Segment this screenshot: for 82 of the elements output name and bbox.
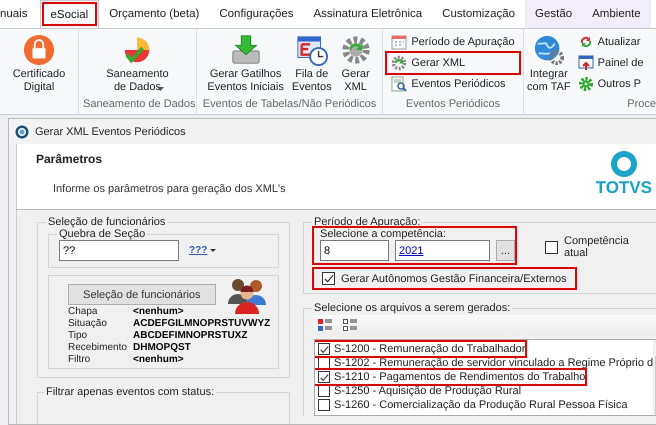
check-icon [319, 344, 329, 354]
check-icon [323, 273, 334, 284]
caret-icon [210, 249, 216, 252]
select-button[interactable]: Seleção de funcionários [68, 284, 216, 305]
ribbon-tab[interactable]: Gestão [525, 0, 582, 28]
section-description: Informe os parâmetros para geração dos XML's [53, 183, 286, 195]
info-value: ABCDEFIMNOPRSTUXZ [133, 330, 248, 342]
section-title: Parâmetros [36, 152, 102, 166]
info-label: Filtro [68, 354, 92, 366]
info-label: Recebimento [68, 342, 128, 354]
ribbon-group-label: Eventos Periódicos [406, 98, 500, 110]
logo-text: TOTVS [596, 178, 652, 198]
logo-icon [610, 150, 638, 178]
info-value: <nenhum> [133, 306, 185, 318]
gear-icon [578, 76, 594, 92]
checkbox[interactable] [318, 371, 330, 383]
gear-icon [391, 55, 408, 71]
ribbon-tab[interactable]: eSocial [40, 0, 100, 28]
list-item-label[interactable]: S-1210 - Pagamentos de Rendimentos do Trabalho [334, 371, 586, 383]
checkbox-label[interactable]: Competência atual [564, 235, 651, 259]
list-item-label[interactable]: S-1260 - Comercialização da Produção Rural Pessoa Física [334, 399, 628, 411]
checkbox[interactable] [318, 399, 330, 411]
globe-gear-icon [532, 34, 565, 66]
ribbon-button[interactable]: Gerar XML [336, 32, 375, 96]
info-value: <nenhum> [133, 354, 185, 366]
picker-button[interactable]: ??? [187, 243, 218, 258]
info-value: DHMOPQST [133, 342, 192, 354]
gear-icon [340, 34, 372, 66]
list-item-label[interactable]: S-1202 - Remuneração de servidor vinculado a Regime Próprio d [334, 357, 654, 369]
checkbox[interactable] [545, 240, 558, 254]
checkbox[interactable] [318, 385, 330, 397]
checkbox-label[interactable]: Gerar Autônomos Gestão Financeira/Externos [341, 272, 567, 284]
list-item-label[interactable]: S-1200 - Remuneração do Trabalhador [334, 343, 526, 355]
group-title: Selecione a competência: [319, 228, 447, 240]
drive-download-icon [230, 34, 262, 66]
ribbon-tab[interactable]: Ambiente [582, 0, 651, 28]
ribbon-button[interactable]: Painel de [574, 53, 648, 73]
select-all-button[interactable] [318, 319, 333, 331]
info-label: Chapa [68, 306, 98, 318]
year-field[interactable]: 2021 [395, 240, 490, 261]
list-row[interactable]: S-1250 - Aquisição de Produção Rural [315, 384, 522, 398]
document-search-icon [391, 76, 408, 92]
group-title: Período de Apuração: [313, 216, 422, 228]
browse-button[interactable]: ... [496, 240, 515, 261]
clock-window-icon [296, 34, 328, 66]
list-row[interactable]: S-1202 - Remuneração de servidor vinculado a Regime Próprio d [315, 356, 654, 370]
lock-icon [22, 34, 55, 66]
ribbon-button[interactable]: Período de Apuração [387, 32, 519, 52]
ribbon-button[interactable]: Eventos Periódicos [387, 74, 519, 94]
ribbon-button[interactable]: Gerar XML [387, 53, 519, 73]
clear-all-button[interactable] [343, 319, 358, 331]
list-row[interactable]: S-1260 - Comercialização da Produção Rural Pessoa Física [315, 398, 628, 412]
group-title: Filtrar apenas eventos com status: [45, 386, 216, 398]
app-logo-icon [15, 124, 29, 138]
group-title: Quebra de Seção [58, 228, 146, 240]
list-row[interactable]: S-1200 - Remuneração do Trabalhador [315, 342, 526, 356]
ribbon-button[interactable]: Integrar com TAF [524, 32, 574, 96]
input-field[interactable]: ?? [59, 240, 179, 261]
group-title: Seleção de funcionários [47, 216, 166, 228]
info-label: Tipo [68, 330, 88, 342]
list-icon [343, 319, 358, 331]
ribbon-group-label: Saneamento de Dados [83, 98, 196, 110]
info-label: Situação [68, 318, 108, 330]
ribbon-button[interactable]: Certificado Digital [10, 32, 68, 96]
checkbox[interactable] [318, 343, 330, 355]
ribbon-button[interactable]: Fila de Eventos [288, 32, 335, 96]
ribbon-button[interactable]: Gerar Gatilhos Eventos Iniciais [204, 32, 287, 96]
ribbon-button[interactable]: Outros P [574, 74, 648, 94]
list-item-label[interactable]: S-1250 - Aquisição de Produção Rural [334, 385, 522, 397]
ribbon-group-label: Eventos de Tabelas/Não Periódicos [202, 98, 376, 110]
ribbon-group-label: Proce [627, 98, 656, 110]
checklist-icon [318, 319, 333, 331]
ribbon-button[interactable]: Saneamento de Dados [103, 32, 172, 96]
info-value: ACDEFGILMNOPRSTUVWYZ [133, 318, 272, 330]
group-title: Selecione os arquivos a serem gerados: [313, 302, 512, 314]
checkbox[interactable] [322, 272, 335, 285]
list-row[interactable]: S-1210 - Pagamentos de Rendimentos do Trabalho [315, 370, 586, 384]
check-icon [319, 372, 329, 382]
calendar-icon [391, 34, 408, 50]
window-title: Gerar XML Eventos Periódicos [35, 126, 186, 138]
month-field[interactable]: 8 [320, 240, 389, 261]
ribbon-button[interactable]: Atualizar [574, 32, 648, 52]
